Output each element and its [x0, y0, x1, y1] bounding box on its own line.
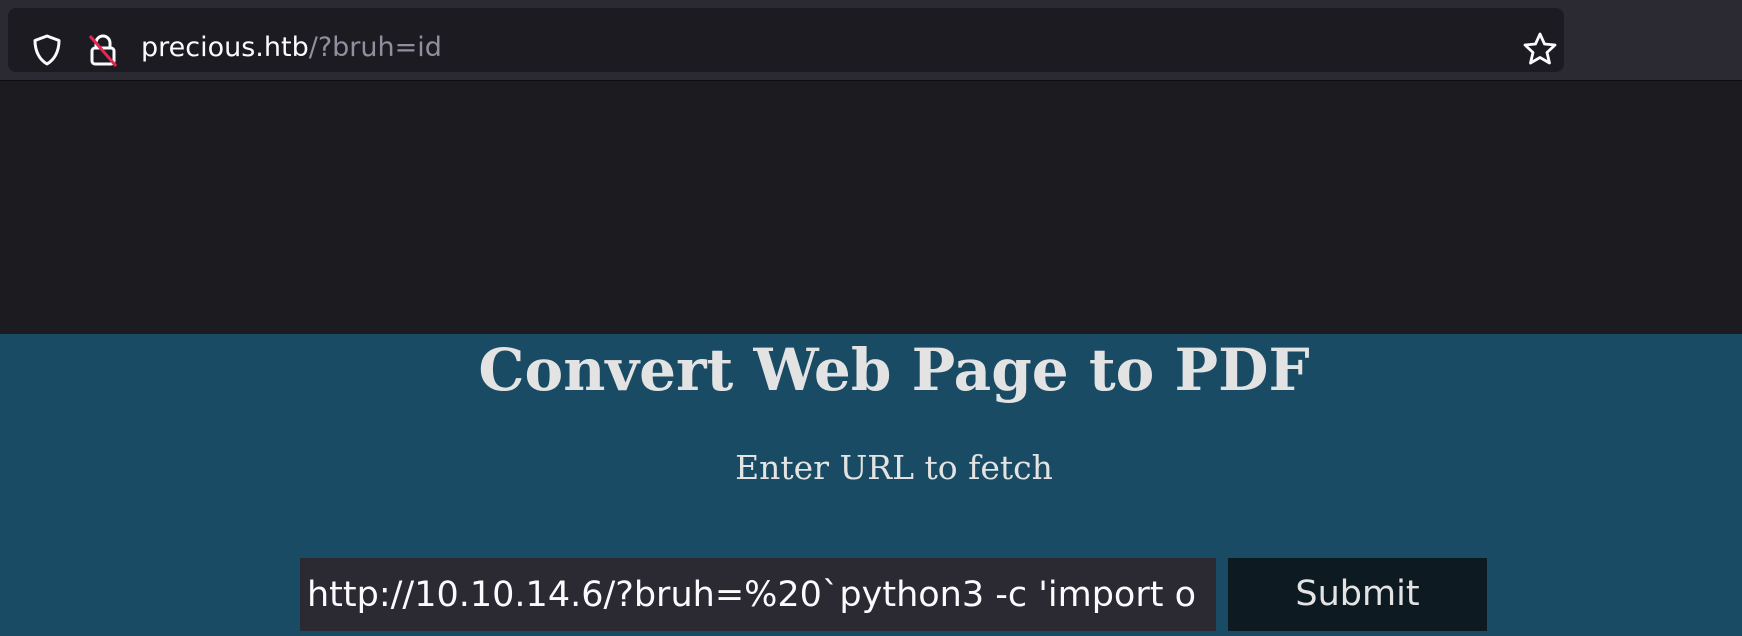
- star-icon[interactable]: [1521, 31, 1559, 67]
- url-host: precious.htb: [141, 32, 309, 63]
- submit-button[interactable]: Submit: [1228, 558, 1487, 631]
- shield-icon[interactable]: [30, 33, 64, 67]
- url-text[interactable]: precious.htb/?bruh=id: [141, 30, 442, 66]
- url-path: /?bruh=id: [308, 32, 442, 63]
- url-input[interactable]: [300, 558, 1216, 631]
- page-top-area: [0, 81, 1742, 334]
- address-bar[interactable]: precious.htb/?bruh=id: [8, 8, 1564, 72]
- page-title: Convert Web Page to PDF: [478, 336, 1310, 404]
- lock-icon[interactable]: [86, 32, 120, 68]
- page-subtitle: Enter URL to fetch: [735, 448, 1053, 487]
- browser-toolbar: precious.htb/?bruh=id: [0, 0, 1742, 81]
